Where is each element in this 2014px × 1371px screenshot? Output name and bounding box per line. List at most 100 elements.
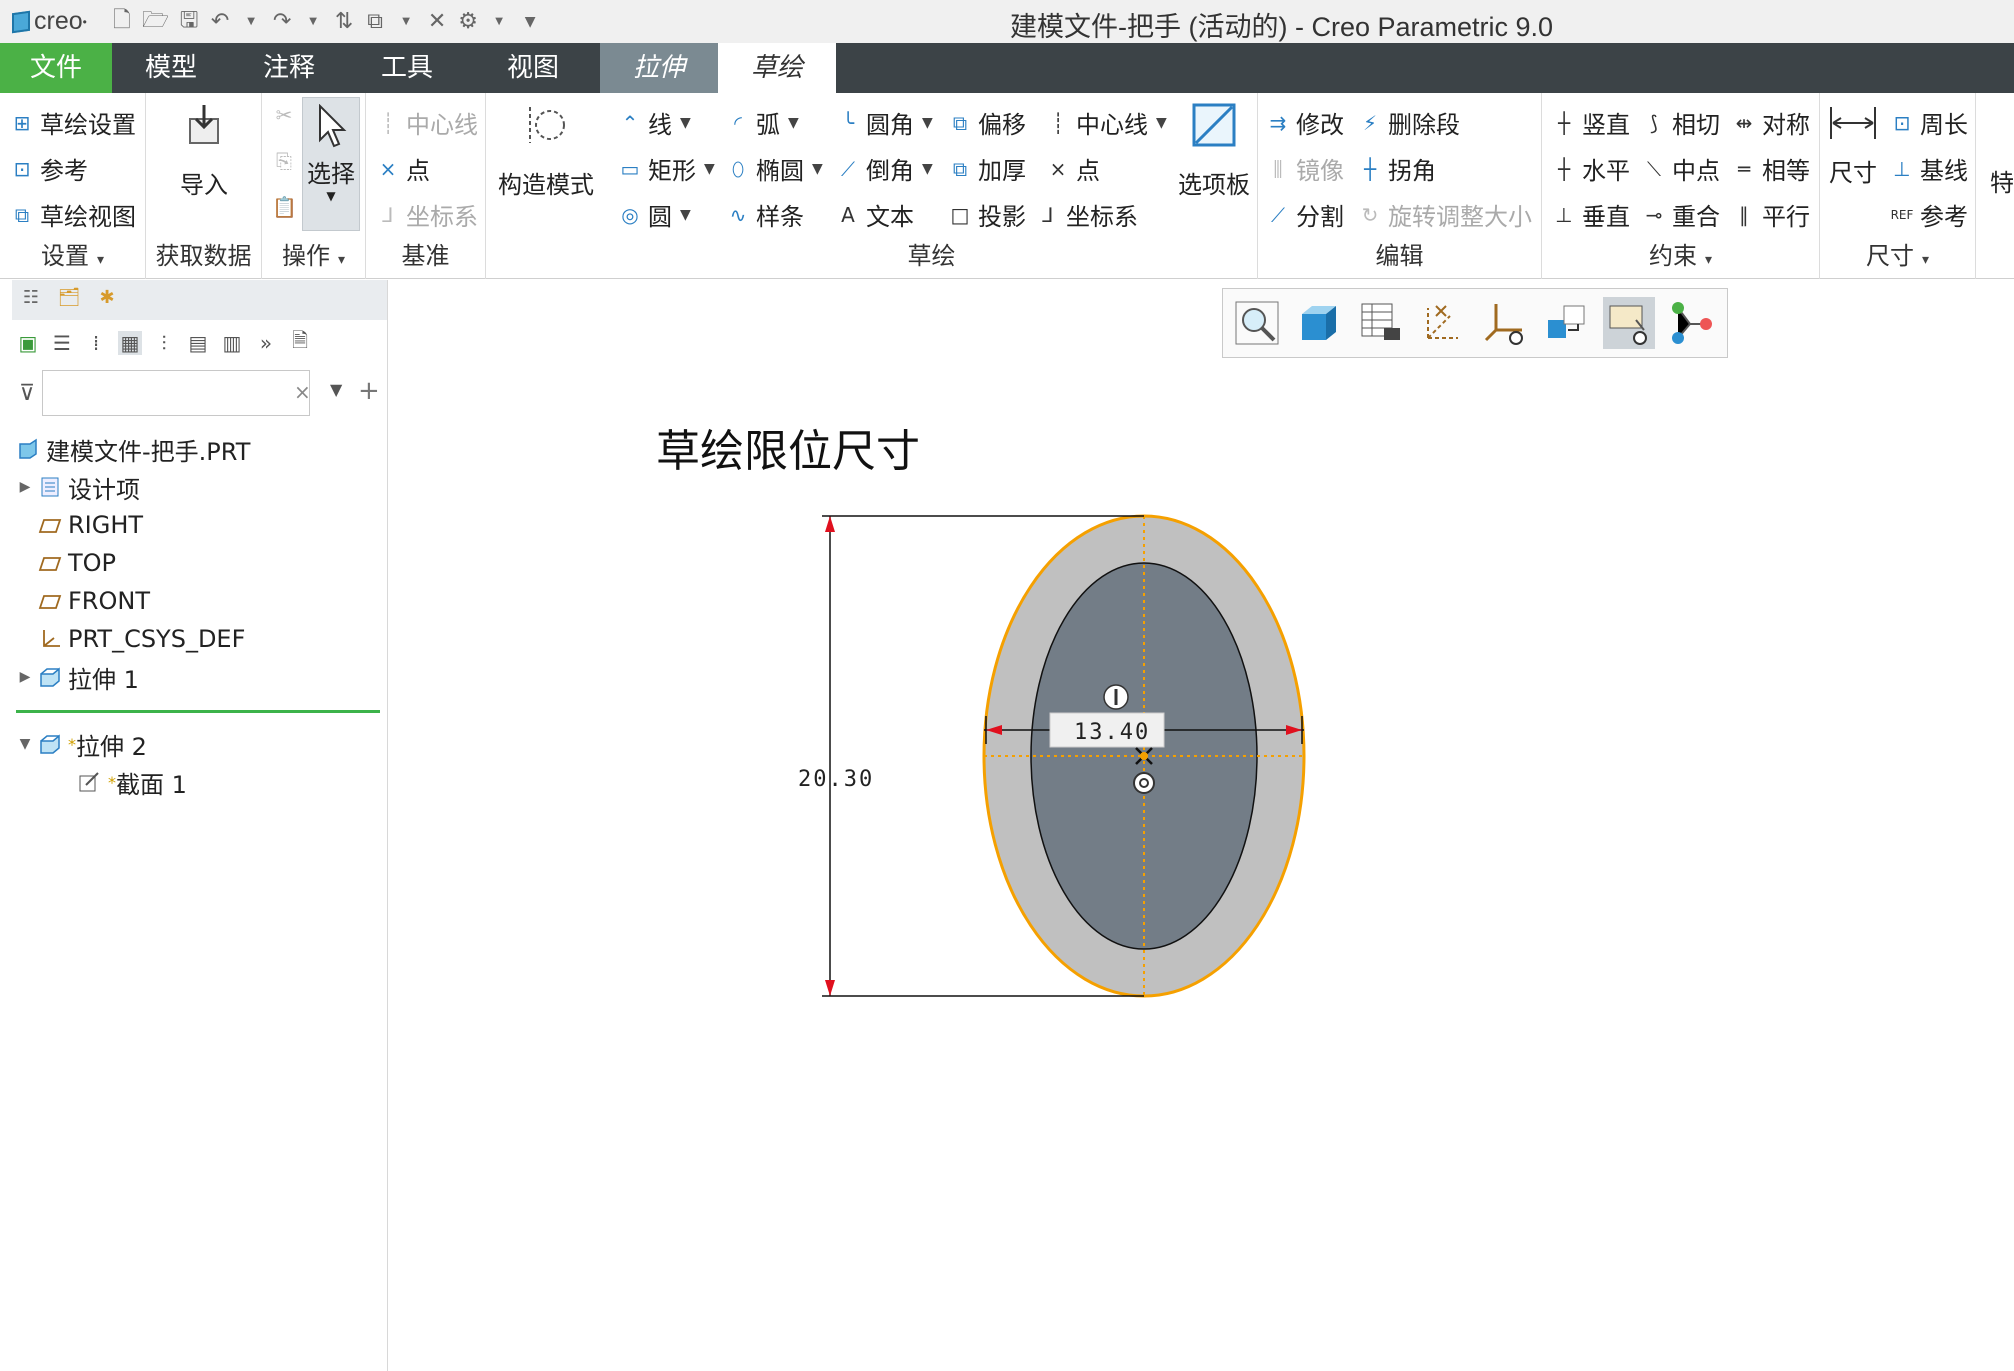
tab-annotate[interactable]: 注释 [230,43,348,93]
save-icon[interactable]: 🖫 [178,3,200,41]
sketch-centerline-button[interactable]: ┊ 中心线 ▼ [1046,105,1167,140]
tree-item-section-1[interactable]: * 截面 1 [12,763,387,801]
references-button[interactable]: ⊡ 参考 [10,151,88,186]
sketch-csys-button[interactable]: ⅃ 坐标系 [1036,197,1138,232]
datum-csys-button[interactable]: ⅃ 坐标系 [376,197,478,232]
tangent-constraint-button[interactable]: ⟆ 相切 [1642,105,1720,140]
expand-arrow-icon[interactable]: ▶ [16,669,34,685]
model-tree-tab-icon[interactable]: ☷ [18,287,44,313]
tab-sketch[interactable]: 草绘 [718,43,836,93]
circle-button[interactable]: ◎ 圆 ▼ [618,197,691,232]
group-constrain-label[interactable]: 约束 ▾ [1542,236,1819,271]
mirror-button[interactable]: ⫼ 镜像 [1266,151,1344,186]
offset-button[interactable]: ⧉ 偏移 [948,105,1026,140]
tree-item-csys[interactable]: PRT_CSYS_DEF [12,620,387,658]
arc-button[interactable]: ◜ 弧 ▼ [726,105,799,140]
tree-item-extrude-1[interactable]: ▶ 拉伸 1 [12,658,387,696]
ellipse-button[interactable]: ⬯ 椭圆 ▼ [726,151,823,186]
delete-segment-button[interactable]: ⚡ 删除段 [1358,105,1460,140]
tree-filter-icon[interactable]: ⫶ [152,331,176,355]
dimension-button[interactable]: 尺寸 [1824,103,1882,188]
display-style-button[interactable] [1541,297,1593,349]
tab-file[interactable]: 文件 [0,43,112,93]
divide-button[interactable]: ⟋ 分割 [1266,197,1344,232]
window-icon[interactable]: ⧉ [364,9,386,34]
datum-centerline-button[interactable]: ┊ 中心线 [376,105,478,140]
rectangle-button[interactable]: ▭ 矩形 ▼ [618,151,715,186]
import-button[interactable]: 导入 [146,101,262,200]
saved-orientations-button[interactable] [1293,297,1345,349]
undo-icon[interactable]: ↶ [209,9,231,34]
modify-button[interactable]: ⇉ 修改 [1266,105,1344,140]
line-button[interactable]: ⌃ 线 ▼ [618,105,691,140]
close-window-icon[interactable]: ✕ [426,9,448,34]
reference-dim-button[interactable]: REF 参考 [1890,197,1968,232]
paste-button[interactable]: 📋 [272,195,302,219]
select-button[interactable]: 选择 ▼ [302,97,360,231]
text-button[interactable]: A 文本 [836,197,914,232]
show-icon[interactable]: ▣ [16,331,40,355]
tree-item-design-items[interactable]: ▶ 设计项 [12,468,387,506]
refit-button[interactable] [1231,297,1283,349]
settings-icon[interactable]: ⚙ [457,9,479,34]
sketch-setup-button[interactable]: ⊞ 草绘设置 [10,105,136,140]
group-setup-label[interactable]: 设置 ▾ [0,236,145,271]
spline-button[interactable]: ∿ 样条 [726,197,804,232]
datum-display-button[interactable] [1417,297,1469,349]
expand-arrow-icon[interactable]: ▶ [16,479,34,495]
graphics-window[interactable] [390,280,2014,1371]
rotate-resize-button[interactable]: ↻ 旋转调整大小 [1358,197,1532,232]
redo-icon[interactable]: ↷ [271,9,293,34]
more-button[interactable]: 特 [1990,163,2014,198]
add-icon[interactable]: + [358,376,380,406]
tree-root[interactable]: 建模文件-把手.PRT [12,430,387,468]
view-manager-button[interactable] [1355,297,1407,349]
sketch-display-button[interactable] [1603,297,1655,349]
coincident-constraint-button[interactable]: ⊸ 重合 [1642,197,1720,232]
vertical-constraint-button[interactable]: ┼ 竖直 [1552,105,1630,140]
tab-tools[interactable]: 工具 [348,43,466,93]
tab-model[interactable]: 模型 [112,43,230,93]
project-button[interactable]: □ 投影 [948,197,1026,232]
construction-mode-button[interactable]: 构造模式 [486,101,606,200]
horizontal-constraint-button[interactable]: ┼ 水平 [1552,151,1630,186]
tree-doc-icon[interactable]: 🗎 [288,326,312,360]
tree-settings-icon[interactable]: ▤ [186,331,210,355]
tree-search-input[interactable] [42,370,310,416]
tree-expand-icon[interactable]: ⁞ [84,331,108,355]
tree-columns-icon[interactable]: ▦ [118,331,142,355]
customize-qa-icon[interactable]: ▼ [519,14,541,30]
insert-indicator[interactable] [16,710,380,713]
tree-layers-icon[interactable]: ▥ [220,331,244,355]
palette-button[interactable]: 选项板 [1172,101,1256,200]
midpoint-constraint-button[interactable]: ⟍ 中点 [1642,151,1720,186]
search-dropdown-icon[interactable]: ▼ [330,380,342,399]
baseline-button[interactable]: ⊥ 基线 [1890,151,1968,186]
clear-search-icon[interactable]: × [294,380,311,404]
group-dimension-label[interactable]: 尺寸 ▾ [1820,236,1975,271]
tree-item-top[interactable]: TOP [12,544,387,582]
folder-browser-tab-icon[interactable]: 🗂 [56,287,82,313]
perpendicular-constraint-button[interactable]: ⊥ 垂直 [1552,197,1630,232]
regenerate-icon[interactable]: ⇅ [333,9,355,34]
tree-item-right[interactable]: RIGHT [12,506,387,544]
perimeter-button[interactable]: ⊡ 周长 [1890,105,1968,140]
copy-button[interactable]: ⎘ [272,149,302,173]
sketch-point-button[interactable]: × 点 [1046,151,1100,186]
corner-button[interactable]: ┼ 拐角 [1358,151,1436,186]
filter-icon[interactable]: ⊽ [12,381,42,406]
sketch-view-button[interactable]: ⧉ 草绘视图 [10,197,136,232]
chamfer-button[interactable]: ⟋ 倒角 ▼ [836,151,933,186]
equal-constraint-button[interactable]: ═ 相等 [1732,151,1810,186]
new-icon[interactable]: 🗋 [111,3,133,41]
favorites-tab-icon[interactable]: ✱ [94,287,120,313]
collapse-arrow-icon[interactable]: ▼ [16,736,34,752]
tab-view[interactable]: 视图 [466,43,600,93]
parallel-constraint-button[interactable]: ∥ 平行 [1732,197,1810,232]
sketcher-settings-button[interactable] [1665,297,1717,349]
fillet-button[interactable]: ╰ 圆角 ▼ [836,105,933,140]
csys-display-button[interactable] [1479,297,1531,349]
tree-item-extrude-2[interactable]: ▼ * 拉伸 2 [12,725,387,763]
symmetric-constraint-button[interactable]: ⇹ 对称 [1732,105,1810,140]
cut-button[interactable]: ✂ [272,103,302,127]
